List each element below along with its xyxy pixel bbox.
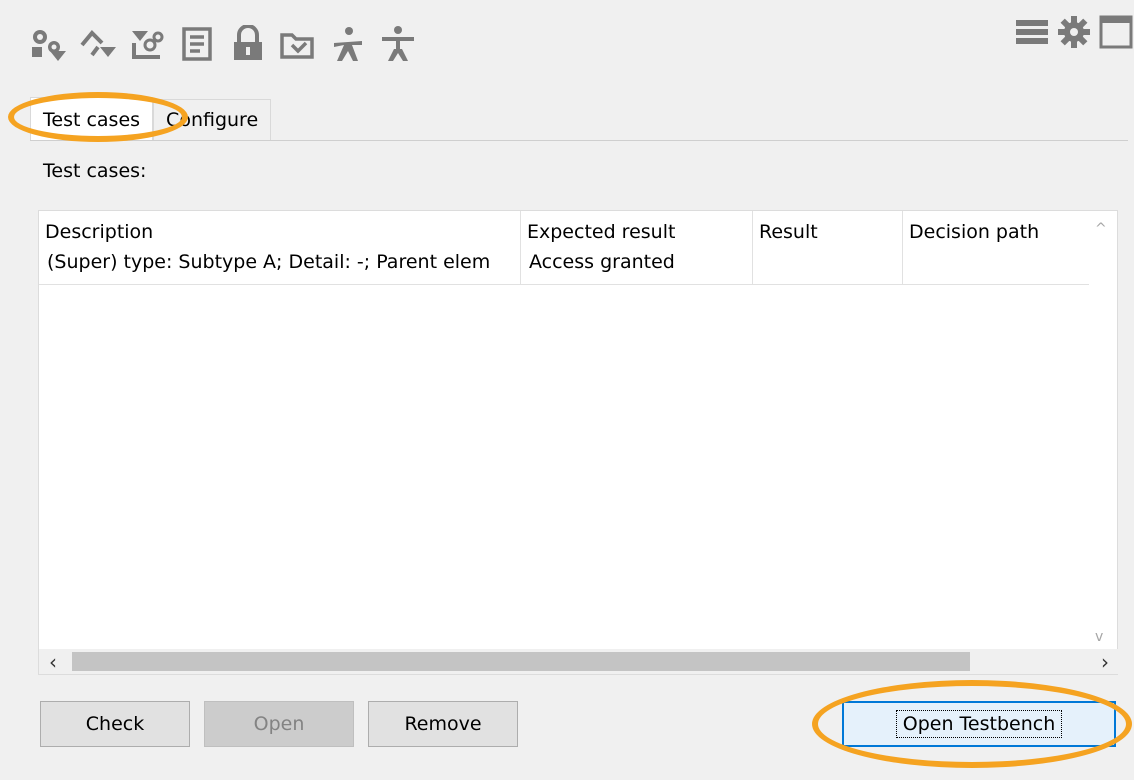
shapes-filter-icon[interactable] bbox=[76, 24, 120, 64]
settings-icon[interactable] bbox=[1056, 14, 1092, 50]
folder-icon[interactable] bbox=[276, 24, 320, 64]
column-header-decision-path: Decision path bbox=[909, 221, 1040, 243]
lock-icon[interactable] bbox=[226, 24, 270, 64]
person-standing-icon[interactable] bbox=[376, 24, 420, 64]
section-label: Test cases: bbox=[43, 160, 147, 182]
toolbar bbox=[26, 24, 420, 64]
open-testbench-button[interactable]: Open Testbench bbox=[842, 701, 1116, 747]
tab-test-cases[interactable]: Test cases bbox=[30, 97, 154, 141]
hierarchy-filter-icon[interactable] bbox=[126, 24, 170, 64]
scroll-down-icon[interactable]: v bbox=[1095, 629, 1103, 645]
open-button[interactable]: Open bbox=[204, 701, 354, 747]
document-filter-icon[interactable] bbox=[176, 24, 220, 64]
window-icon[interactable] bbox=[1098, 14, 1134, 50]
scroll-left-icon[interactable]: ‹ bbox=[49, 650, 57, 674]
vertical-scrollbar[interactable]: ^ v bbox=[1087, 211, 1117, 651]
column-description[interactable]: Description (Super) type: Subtype A; Det… bbox=[39, 211, 521, 284]
scrollbar-thumb[interactable] bbox=[72, 652, 970, 671]
scroll-right-icon[interactable]: › bbox=[1101, 650, 1109, 674]
table-row[interactable]: Description (Super) type: Subtype A; Det… bbox=[39, 211, 1089, 285]
check-button[interactable]: Check bbox=[40, 701, 190, 747]
table-viewport: Description (Super) type: Subtype A; Det… bbox=[39, 211, 1089, 651]
cell-expected-result: Access granted bbox=[529, 251, 675, 273]
column-decision-path[interactable]: Decision path bbox=[903, 211, 1089, 284]
column-header-expected-result: Expected result bbox=[527, 221, 676, 243]
window-controls bbox=[1014, 14, 1134, 50]
test-cases-table[interactable]: Description (Super) type: Subtype A; Det… bbox=[38, 210, 1119, 675]
cell-description: (Super) type: Subtype A; Detail: -; Pare… bbox=[47, 251, 491, 273]
tab-configure[interactable]: Configure bbox=[153, 99, 272, 141]
person-walking-icon[interactable] bbox=[326, 24, 370, 64]
menu-icon[interactable] bbox=[1014, 14, 1050, 50]
column-header-result: Result bbox=[759, 221, 818, 243]
tab-bar: Test cases Configure bbox=[30, 97, 272, 141]
column-expected-result[interactable]: Expected result Access granted bbox=[521, 211, 753, 284]
column-header-description: Description bbox=[45, 221, 154, 243]
gears-filter-icon[interactable] bbox=[26, 24, 70, 64]
scroll-up-icon[interactable]: ^ bbox=[1095, 221, 1107, 237]
open-testbench-label: Open Testbench bbox=[895, 710, 1063, 738]
horizontal-scrollbar[interactable]: ‹ › bbox=[39, 649, 1119, 674]
tab-divider bbox=[30, 140, 1128, 141]
remove-button[interactable]: Remove bbox=[368, 701, 518, 747]
column-result[interactable]: Result bbox=[753, 211, 903, 284]
